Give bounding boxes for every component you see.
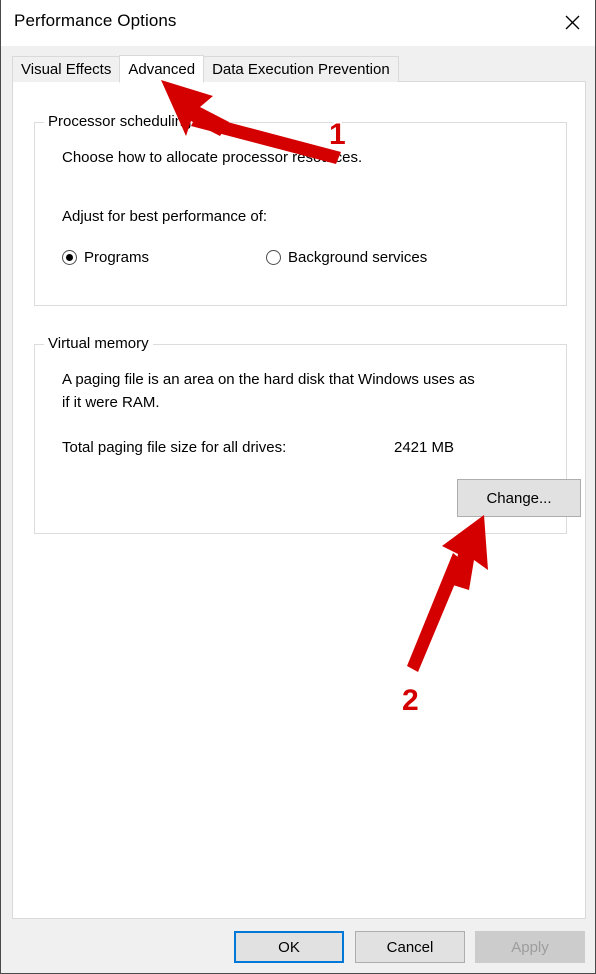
cancel-button[interactable]: Cancel	[355, 931, 465, 963]
radio-background-services-mark	[266, 250, 281, 265]
processor-scheduling-group: Processor scheduling Choose how to alloc…	[34, 113, 567, 306]
window-title: Performance Options	[14, 11, 177, 30]
tab-advanced[interactable]: Advanced	[119, 55, 205, 83]
title-bar: Performance Options	[1, 0, 595, 46]
dialog-footer: OK Cancel Apply	[1, 920, 595, 973]
processor-scheduling-legend: Processor scheduling	[44, 113, 196, 130]
change-button[interactable]: Change...	[457, 479, 581, 517]
radio-background-services[interactable]: Background services	[266, 249, 427, 266]
virtual-memory-description-line1: A paging file is an area on the hard dis…	[62, 371, 475, 388]
virtual-memory-description-line2: if it were RAM.	[62, 394, 160, 411]
processor-scheduling-prompt: Adjust for best performance of:	[62, 208, 268, 225]
ok-button[interactable]: OK	[234, 931, 344, 963]
performance-options-dialog: Performance Options Visual Effects Advan…	[0, 0, 596, 974]
tab-data-execution-prevention[interactable]: Data Execution Prevention	[203, 56, 399, 82]
virtual-memory-legend: Virtual memory	[44, 335, 153, 352]
tab-strip: Visual Effects Advanced Data Execution P…	[12, 55, 399, 83]
total-paging-file-size-value: 2421 MB	[394, 439, 455, 456]
advanced-tab-panel: Processor scheduling Choose how to alloc…	[12, 81, 586, 919]
virtual-memory-group: Virtual memory A paging file is an area …	[34, 335, 581, 534]
apply-button: Apply	[475, 931, 585, 963]
total-paging-file-size-label: Total paging file size for all drives:	[62, 439, 287, 456]
processor-scheduling-description: Choose how to allocate processor resourc…	[62, 149, 363, 166]
radio-programs[interactable]: Programs	[62, 249, 149, 266]
radio-programs-label: Programs	[84, 249, 150, 266]
close-icon[interactable]	[549, 0, 595, 45]
radio-background-services-label: Background services	[288, 249, 428, 266]
radio-programs-mark	[62, 250, 77, 265]
tab-visual-effects[interactable]: Visual Effects	[12, 56, 121, 82]
